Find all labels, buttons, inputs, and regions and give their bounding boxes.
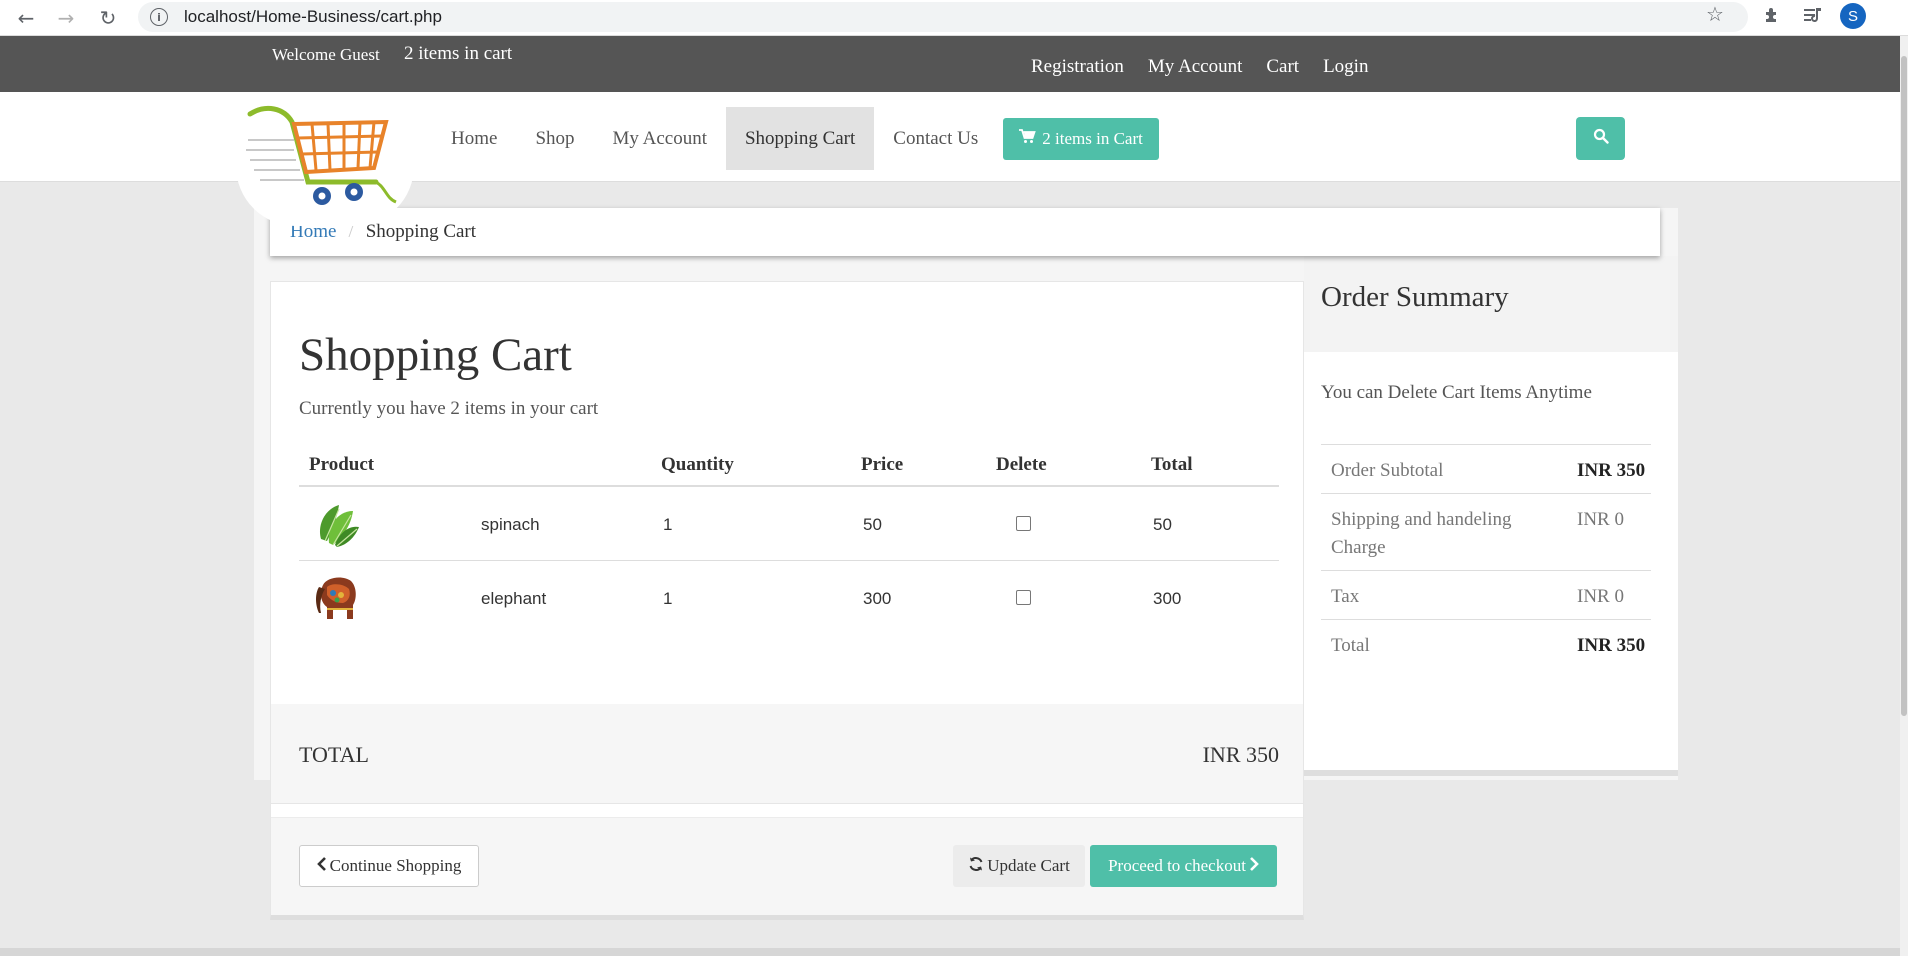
table-row: spinach 1 50 50 bbox=[299, 487, 1279, 561]
summary-table: Order Subtotal INR 350 Shipping and hand… bbox=[1321, 444, 1651, 668]
browser-toolbar: ← → ↻ i localhost/Home-Business/cart.php… bbox=[0, 0, 1908, 36]
nav-my-account[interactable]: My Account bbox=[594, 107, 726, 170]
nav-cart-button[interactable]: 2 items in Cart bbox=[1003, 117, 1159, 160]
cart-panel: Shopping Cart Currently you have 2 items… bbox=[270, 281, 1304, 920]
summary-body: You can Delete Cart Items Anytime Order … bbox=[1304, 352, 1678, 776]
proceed-checkout-button[interactable]: Proceed to checkout bbox=[1090, 845, 1277, 887]
order-summary: Order Summary You can Delete Cart Items … bbox=[1304, 208, 1678, 780]
nav-shop[interactable]: Shop bbox=[516, 107, 593, 170]
address-bar[interactable]: i localhost/Home-Business/cart.php bbox=[138, 2, 1748, 32]
cart-total-bar: TOTAL INR 350 bbox=[271, 704, 1303, 804]
top-info-bar: Welcome Guest 2 items in cart Registrati… bbox=[0, 36, 1900, 92]
summary-row: Tax INR 0 bbox=[1321, 570, 1651, 619]
nav-shopping-cart[interactable]: Shopping Cart bbox=[725, 107, 875, 170]
product-quantity: 1 bbox=[663, 515, 673, 534]
refresh-icon bbox=[968, 856, 984, 877]
header-delete: Delete bbox=[996, 454, 1047, 475]
media-control-icon[interactable] bbox=[1803, 6, 1823, 29]
forward-icon[interactable]: → bbox=[52, 4, 80, 32]
summary-note: You can Delete Cart Items Anytime bbox=[1321, 382, 1592, 403]
scrollbar-thumb[interactable] bbox=[1901, 56, 1907, 716]
summary-value: INR 350 bbox=[1577, 635, 1646, 656]
spinach-image[interactable] bbox=[313, 499, 361, 549]
continue-shopping-button[interactable]: Continue Shopping bbox=[299, 845, 479, 887]
search-button[interactable] bbox=[1576, 117, 1625, 160]
nav-contact-us[interactable]: Contact Us bbox=[874, 107, 997, 170]
primary-menu: Home Shop My Account Shopping Cart Conta… bbox=[432, 107, 1159, 170]
summary-value: INR 0 bbox=[1577, 586, 1624, 607]
reload-icon[interactable]: ↻ bbox=[94, 4, 122, 32]
update-cart-button[interactable]: Update Cart bbox=[953, 845, 1085, 887]
product-name[interactable]: spinach bbox=[481, 515, 540, 535]
header-total: Total bbox=[1151, 454, 1193, 475]
header-price: Price bbox=[861, 454, 904, 475]
delete-checkbox[interactable] bbox=[1016, 516, 1031, 531]
product-name[interactable]: elephant bbox=[481, 589, 546, 609]
my-account-link[interactable]: My Account bbox=[1148, 56, 1242, 78]
product-quantity: 1 bbox=[663, 589, 673, 608]
cart-actions: Continue Shopping Update Cart Proceed to… bbox=[271, 817, 1303, 915]
continue-shopping-label: Continue Shopping bbox=[329, 856, 462, 875]
profile-avatar[interactable]: S bbox=[1840, 3, 1866, 29]
site-info-icon[interactable]: i bbox=[150, 8, 168, 26]
summary-row: Order Subtotal INR 350 bbox=[1321, 444, 1651, 493]
bookmark-star-icon[interactable]: ☆ bbox=[1706, 2, 1724, 26]
url-text[interactable]: localhost/Home-Business/cart.php bbox=[184, 7, 442, 27]
extensions-icon[interactable] bbox=[1763, 6, 1781, 29]
table-row: elephant 1 300 300 bbox=[299, 561, 1279, 635]
top-links: Registration My Account Cart Login bbox=[1031, 56, 1368, 78]
update-cart-label: Update Cart bbox=[987, 856, 1070, 875]
cart-link[interactable]: Cart bbox=[1266, 56, 1299, 78]
summary-label: Total bbox=[1331, 635, 1370, 656]
welcome-text: Welcome Guest bbox=[272, 45, 380, 64]
search-icon bbox=[1593, 128, 1609, 149]
elephant-image[interactable] bbox=[313, 571, 361, 621]
summary-label: Shipping and handeling Charge bbox=[1331, 509, 1512, 558]
nav-cart-label: 2 items in Cart bbox=[1042, 128, 1143, 148]
site-logo[interactable] bbox=[236, 98, 414, 226]
summary-value: INR 0 bbox=[1577, 509, 1624, 530]
summary-row: Shipping and handeling Charge INR 0 bbox=[1321, 493, 1651, 570]
back-icon[interactable]: ← bbox=[12, 4, 40, 32]
cart-table: Product Quantity Price Delete Total spin… bbox=[299, 442, 1279, 635]
shopping-cart-icon bbox=[1019, 128, 1037, 149]
product-total: 50 bbox=[1153, 515, 1172, 534]
footer-strip bbox=[0, 948, 1900, 956]
product-total: 300 bbox=[1153, 589, 1182, 608]
summary-title: Order Summary bbox=[1321, 281, 1509, 313]
cart-subtitle: Currently you have 2 items in your cart bbox=[299, 398, 599, 419]
nav-home[interactable]: Home bbox=[432, 107, 516, 170]
total-value: INR 350 bbox=[1202, 742, 1279, 767]
product-price: 300 bbox=[863, 589, 892, 608]
table-header: Product Quantity Price Delete Total bbox=[299, 442, 1279, 487]
page-title: Shopping Cart bbox=[299, 329, 572, 381]
chevron-right-icon bbox=[1249, 856, 1259, 876]
registration-link[interactable]: Registration bbox=[1031, 56, 1124, 78]
delete-checkbox[interactable] bbox=[1016, 590, 1031, 605]
summary-label: Order Subtotal bbox=[1331, 460, 1444, 481]
summary-value: INR 350 bbox=[1577, 460, 1646, 481]
total-label: TOTAL bbox=[299, 742, 369, 767]
header-product: Product bbox=[309, 454, 375, 475]
breadcrumb: Home / Shopping Cart bbox=[270, 208, 1660, 256]
login-link[interactable]: Login bbox=[1323, 56, 1368, 78]
header-quantity: Quantity bbox=[661, 454, 734, 475]
product-price: 50 bbox=[863, 515, 882, 534]
proceed-checkout-label: Proceed to checkout bbox=[1108, 856, 1246, 875]
chevron-left-icon bbox=[316, 856, 327, 876]
summary-row: Total INR 350 bbox=[1321, 619, 1651, 668]
summary-label: Tax bbox=[1331, 586, 1360, 607]
top-cart-count[interactable]: 2 items in cart bbox=[404, 43, 512, 65]
